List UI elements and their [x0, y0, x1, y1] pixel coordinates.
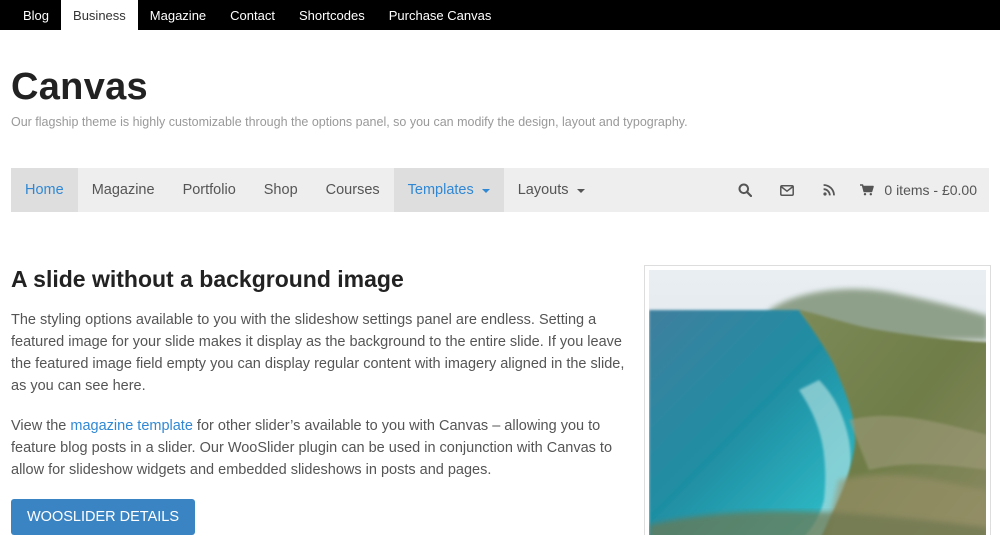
main-menu-label: Home [25, 182, 64, 198]
main-menu-label: Templates [407, 182, 474, 198]
paragraph-text: View the [11, 418, 71, 434]
slide-paragraph: The styling options available to you wit… [11, 312, 625, 394]
main-menu-label: Portfolio [182, 182, 236, 198]
coastal-cliff-photo [649, 270, 986, 535]
top-menu-item-business[interactable]: Business [61, 0, 138, 30]
main-menu-item-magazine[interactable]: Magazine [78, 168, 169, 212]
top-menu: Blog Business Magazine Contact Shortcode… [0, 0, 1000, 30]
slide-image-frame [644, 265, 991, 535]
main-menu-item-layouts[interactable]: Layouts [504, 168, 599, 212]
main-menu-item-home[interactable]: Home [11, 168, 78, 212]
main-menu-label: Layouts [517, 182, 569, 198]
top-navigation-bar: Blog Business Magazine Contact Shortcode… [0, 0, 1000, 30]
main-menu-item-templates[interactable]: Templates [393, 168, 504, 212]
site-description: Our flagship theme is highly customizabl… [11, 115, 688, 129]
main-menu-item-shop[interactable]: Shop [250, 168, 312, 212]
top-menu-item-contact[interactable]: Contact [218, 0, 287, 30]
search-icon[interactable] [724, 168, 766, 212]
top-menu-item-shortcodes[interactable]: Shortcodes [287, 0, 377, 30]
main-menu-label: Magazine [91, 182, 155, 198]
chevron-down-icon [576, 189, 585, 193]
envelope-icon[interactable] [766, 168, 808, 212]
main-menu-item-portfolio[interactable]: Portfolio [169, 168, 250, 212]
top-menu-item-purchase-canvas[interactable]: Purchase Canvas [377, 0, 504, 30]
magazine-template-link[interactable]: magazine template [70, 418, 193, 434]
slide-paragraph: View the magazine template for other sli… [11, 415, 636, 481]
main-menu: Home Magazine Portfolio Shop Courses Tem… [11, 168, 599, 212]
slide-title: A slide without a background image [11, 266, 404, 292]
cart-label: 0 items - £0.00 [884, 182, 977, 198]
top-menu-item-blog[interactable]: Blog [11, 0, 61, 30]
top-menu-item-magazine[interactable]: Magazine [138, 0, 218, 30]
main-menu-label: Shop [263, 182, 298, 198]
main-menu-item-courses[interactable]: Courses [312, 168, 394, 212]
chevron-down-icon [481, 189, 490, 193]
nav-utilities: 0 items - £0.00 [724, 168, 989, 212]
main-menu-label: Courses [325, 182, 380, 198]
main-navigation: Home Magazine Portfolio Shop Courses Tem… [11, 168, 989, 212]
cart-icon [860, 184, 875, 196]
site-title[interactable]: Canvas [11, 66, 148, 109]
wooslider-details-button[interactable]: WOOSLIDER DETAILS [11, 499, 196, 535]
cart-button[interactable]: 0 items - £0.00 [850, 168, 989, 212]
rss-icon[interactable] [808, 168, 850, 212]
